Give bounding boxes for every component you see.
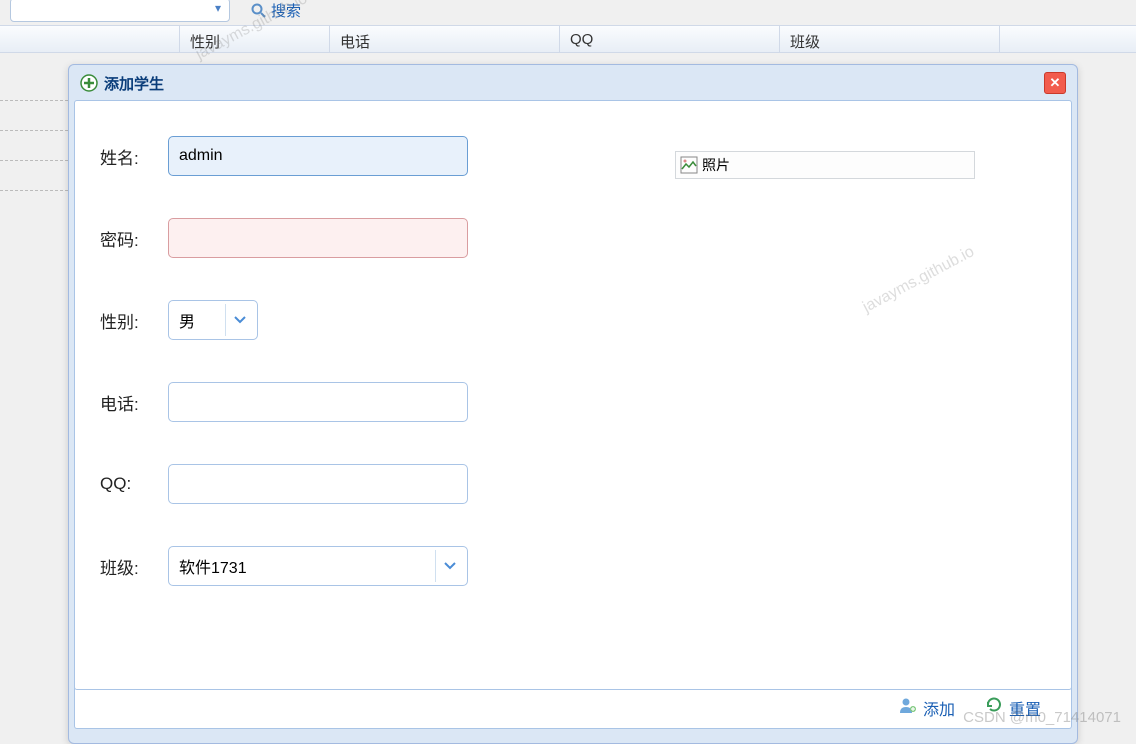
search-label: 搜索 [271, 0, 301, 21]
phone-label: 电话: [100, 390, 168, 415]
gender-select[interactable]: 男 [168, 300, 258, 340]
class-value: 软件1731 [179, 554, 247, 578]
gender-label: 性别: [100, 308, 168, 333]
plus-icon [80, 74, 98, 92]
dialog-title: 添加学生 [104, 73, 164, 94]
phone-input[interactable] [168, 382, 468, 422]
top-filter-select[interactable] [10, 0, 230, 22]
name-input[interactable] [168, 136, 468, 176]
class-select[interactable]: 软件1731 [168, 546, 468, 586]
password-label: 密码: [100, 226, 168, 251]
row-divider [0, 160, 68, 161]
close-icon: ✕ [1050, 75, 1061, 91]
add-student-dialog: 添加学生 ✕ 姓名: 密码: 性别: 男 电话: [68, 64, 1078, 744]
csdn-watermark: CSDN @m0_71414071 [963, 709, 1121, 726]
th-class: 班级 [780, 26, 1000, 52]
qq-input[interactable] [168, 464, 468, 504]
row-divider [0, 190, 68, 191]
th-phone: 电话 [330, 26, 560, 52]
row-divider [0, 130, 68, 131]
row-divider [0, 100, 68, 101]
photo-label: 照片 [702, 155, 730, 175]
user-add-icon [899, 696, 917, 719]
search-icon [250, 2, 266, 18]
close-button[interactable]: ✕ [1044, 72, 1066, 94]
photo-upload[interactable]: 照片 [675, 151, 975, 179]
th-gender: 性别 [180, 26, 330, 52]
gender-value: 男 [179, 308, 195, 332]
th-blank [0, 26, 180, 52]
chevron-down-icon [225, 304, 253, 336]
password-input[interactable] [168, 218, 468, 258]
broken-image-icon [680, 156, 698, 174]
name-label: 姓名: [100, 144, 168, 169]
search-button[interactable]: 搜索 [250, 0, 301, 21]
qq-label: QQ: [100, 474, 168, 494]
add-button[interactable]: 添加 [899, 696, 955, 720]
table-header: 性别 电话 QQ 班级 [0, 25, 1136, 53]
class-label: 班级: [100, 554, 168, 579]
chevron-down-icon [435, 550, 463, 582]
th-qq: QQ [560, 26, 780, 52]
add-button-label: 添加 [923, 696, 955, 720]
